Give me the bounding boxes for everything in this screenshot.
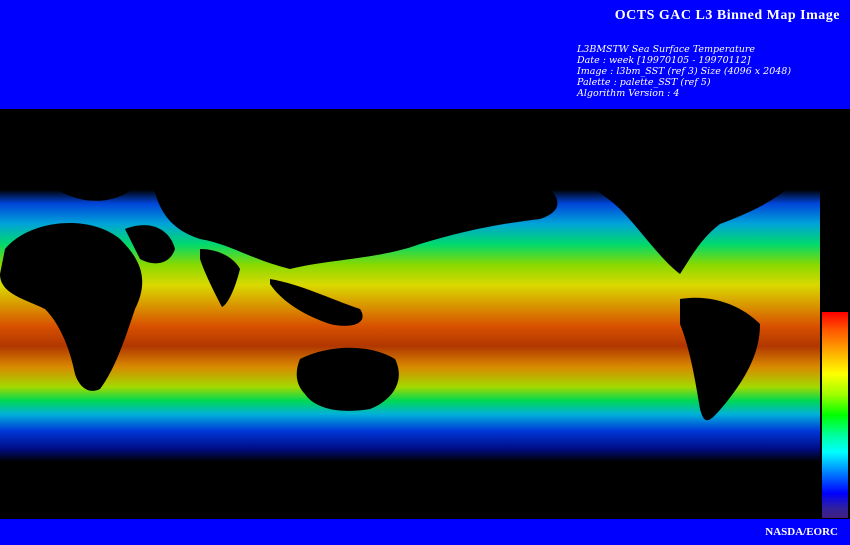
credit-label: NASDA/EORC	[765, 526, 838, 538]
map-title: OCTS GAC L3 Binned Map Image	[614, 8, 840, 23]
sst-colorbar	[822, 312, 848, 518]
meta-date: Date : week [19970105 - 19970112]	[577, 55, 751, 66]
sst-map-svg	[0, 147, 820, 519]
meta-product: L3BMSTW Sea Surface Temperature	[577, 44, 756, 55]
sst-map	[0, 109, 820, 519]
meta-image: Image : l3bm_SST (ref 3) Size (4096 x 20…	[577, 66, 792, 77]
footer-banner	[0, 519, 850, 545]
meta-palette: Palette : palette_SST (ref 5)	[577, 77, 711, 88]
landmass-antarctica	[0, 489, 820, 519]
meta-algorithm: Algorithm Version : 4	[577, 88, 680, 99]
metadata-block: L3BMSTW Sea Surface Temperature Date : w…	[577, 44, 791, 99]
header-banner: OCTS GAC L3 Binned Map Image L3BMSTW Sea…	[0, 0, 850, 109]
